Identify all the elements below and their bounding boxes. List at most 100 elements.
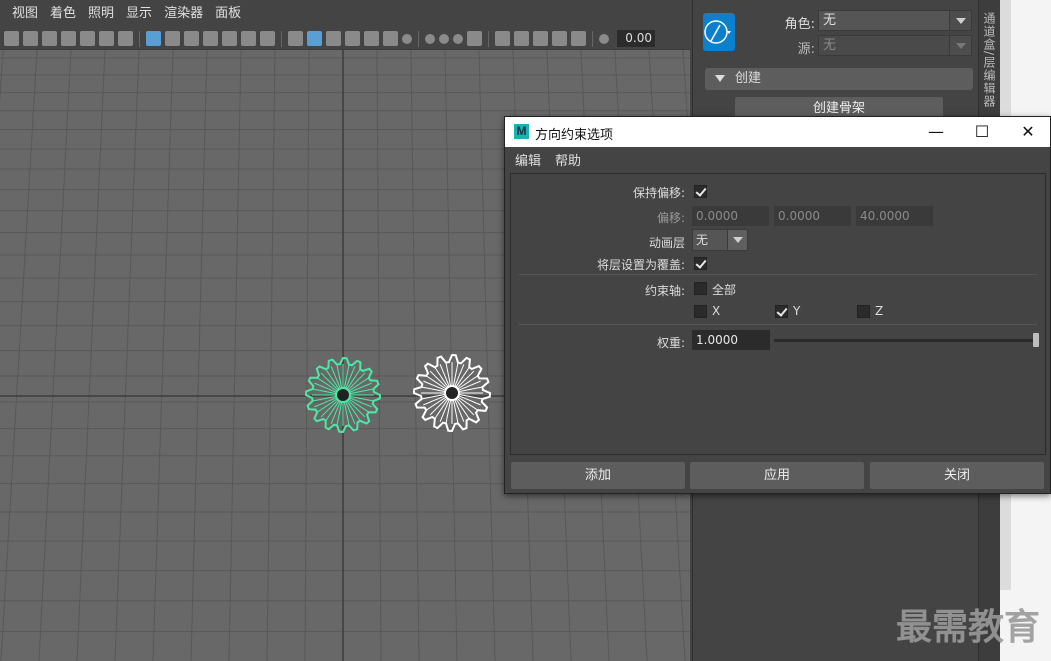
selected-gear-object[interactable] xyxy=(304,356,382,434)
axis-all-checkbox[interactable] xyxy=(694,282,707,295)
xray-joints-icon[interactable] xyxy=(552,31,567,46)
axis-y-label: Y xyxy=(793,304,801,318)
chevron-down-icon xyxy=(727,230,747,250)
safe-action-icon[interactable] xyxy=(241,31,256,46)
dialog-title: 方向约束选项 xyxy=(535,128,614,143)
weight-slider-handle[interactable] xyxy=(1033,333,1039,347)
character-icon[interactable] xyxy=(703,13,735,51)
close-icon: ✕ xyxy=(1021,122,1035,141)
toolbar-divider xyxy=(418,30,419,47)
dialog-menubar: 编辑 帮助 xyxy=(505,147,1050,171)
viewport-toolbar: 0.00 xyxy=(0,28,690,50)
exposure-field[interactable]: 0.00 xyxy=(617,30,655,47)
offset-x-field[interactable]: 0.0000 xyxy=(692,206,769,226)
anti-alias-icon[interactable] xyxy=(453,33,463,44)
chevron-down-icon xyxy=(949,36,971,55)
anim-layer-value: 无 xyxy=(696,233,709,247)
menu-show[interactable]: 显示 xyxy=(120,0,158,28)
wireframe-gear-object[interactable] xyxy=(412,353,492,433)
add-button[interactable]: 添加 xyxy=(511,462,685,489)
wireframe-on-shaded-icon[interactable] xyxy=(345,31,360,46)
safe-title-icon[interactable] xyxy=(260,31,275,46)
set-layer-override-checkbox[interactable] xyxy=(694,257,707,270)
minimize-icon: — xyxy=(928,122,944,141)
menu-shading[interactable]: 着色 xyxy=(44,0,82,28)
weight-slider[interactable] xyxy=(774,339,1036,342)
image-plane-icon[interactable] xyxy=(80,31,95,46)
maximize-icon: ☐ xyxy=(974,122,990,141)
depth-of-field-icon[interactable] xyxy=(467,31,482,46)
offset-z-field[interactable]: 40.0000 xyxy=(856,206,933,226)
default-material-icon[interactable] xyxy=(326,31,341,46)
source-label: 源: xyxy=(797,42,815,57)
smooth-shade-icon[interactable] xyxy=(307,31,322,46)
source-select-value: 无 xyxy=(823,38,837,53)
axis-x-label: X xyxy=(712,304,721,318)
source-select[interactable]: 无 xyxy=(818,35,972,56)
maintain-offset-checkbox[interactable] xyxy=(694,185,707,198)
motion-blur-icon[interactable] xyxy=(439,33,449,44)
close-button[interactable]: 关闭 xyxy=(870,462,1044,489)
dialog-titlebar[interactable]: M 方向约束选项 — ☐ ✕ xyxy=(505,117,1050,147)
menu-view[interactable]: 视图 xyxy=(6,0,44,28)
dialog-form: 保持偏移: 偏移: 0.0000 0.0000 40.0000 动画层 无 将层… xyxy=(510,173,1046,455)
backface-culling-icon[interactable] xyxy=(571,31,586,46)
screen-space-ao-icon[interactable] xyxy=(425,33,435,44)
minimize-button[interactable]: — xyxy=(913,117,959,147)
shadows-icon[interactable] xyxy=(402,33,412,44)
exposure-icon[interactable] xyxy=(599,33,609,44)
camera-lock-icon[interactable] xyxy=(42,31,57,46)
axis-x-checkbox[interactable] xyxy=(694,305,707,318)
toolbar-divider xyxy=(592,30,593,47)
create-section-label: 创建 xyxy=(735,71,762,86)
character-label: 角色: xyxy=(784,17,815,32)
menu-edit[interactable]: 编辑 xyxy=(511,150,545,169)
close-window-button[interactable]: ✕ xyxy=(1005,117,1051,147)
weight-label: 权重: xyxy=(656,336,685,350)
constraint-axes-label: 约束轴: xyxy=(644,284,685,298)
create-section-header[interactable]: 创建 xyxy=(705,68,973,90)
lighting-icon[interactable] xyxy=(383,31,398,46)
xray-icon[interactable] xyxy=(514,31,529,46)
grid-icon[interactable] xyxy=(146,31,161,46)
chevron-down-icon xyxy=(949,11,971,30)
isolate-select-icon[interactable] xyxy=(495,31,510,46)
axis-z-checkbox[interactable] xyxy=(857,305,870,318)
channel-box-layer-editor-tab[interactable]: 通道盒/层编辑器 xyxy=(982,12,998,108)
xray-active-icon[interactable] xyxy=(533,31,548,46)
camera-icon[interactable] xyxy=(4,31,19,46)
menu-lighting[interactable]: 照明 xyxy=(82,0,120,28)
toolbar-divider xyxy=(488,30,489,47)
wireframe-icon[interactable] xyxy=(288,31,303,46)
character-select[interactable]: 无 xyxy=(818,10,972,31)
menu-help[interactable]: 帮助 xyxy=(551,150,585,169)
viewport-menubar: 视图 着色 照明 显示 渲染器 面板 xyxy=(0,0,690,28)
film-gate-icon[interactable] xyxy=(165,31,180,46)
menu-panels[interactable]: 面板 xyxy=(209,0,247,28)
axis-y-checkbox[interactable] xyxy=(775,305,788,318)
maya-app-icon: M xyxy=(514,124,529,139)
menu-renderer[interactable]: 渲染器 xyxy=(158,0,209,28)
gate-mask-icon[interactable] xyxy=(203,31,218,46)
resolution-gate-icon[interactable] xyxy=(184,31,199,46)
weight-field[interactable]: 1.0000 xyxy=(692,330,770,350)
maintain-offset-label: 保持偏移: xyxy=(632,186,685,200)
camera-attributes-icon[interactable] xyxy=(23,31,38,46)
two-d-pan-icon[interactable] xyxy=(99,31,114,46)
orient-constraint-options-dialog: M 方向约束选项 — ☐ ✕ 编辑 帮助 保持偏移: 偏移: 0.0000 0.… xyxy=(504,116,1051,494)
toolbar-divider xyxy=(281,30,282,47)
offset-y-field[interactable]: 0.0000 xyxy=(774,206,851,226)
watermark-logo: 最需教育 xyxy=(896,607,1041,648)
section-divider xyxy=(519,274,1037,275)
grease-pencil-icon[interactable] xyxy=(118,31,133,46)
maximize-button[interactable]: ☐ xyxy=(959,117,1005,147)
textured-icon[interactable] xyxy=(364,31,379,46)
bookmark-icon[interactable] xyxy=(61,31,76,46)
offset-label: 偏移: xyxy=(656,211,685,225)
section-divider xyxy=(519,324,1037,325)
set-layer-override-label: 将层设置为覆盖: xyxy=(596,258,685,272)
character-select-value: 无 xyxy=(823,13,837,28)
field-chart-icon[interactable] xyxy=(222,31,237,46)
apply-button[interactable]: 应用 xyxy=(690,462,864,489)
anim-layer-select[interactable]: 无 xyxy=(692,229,748,251)
